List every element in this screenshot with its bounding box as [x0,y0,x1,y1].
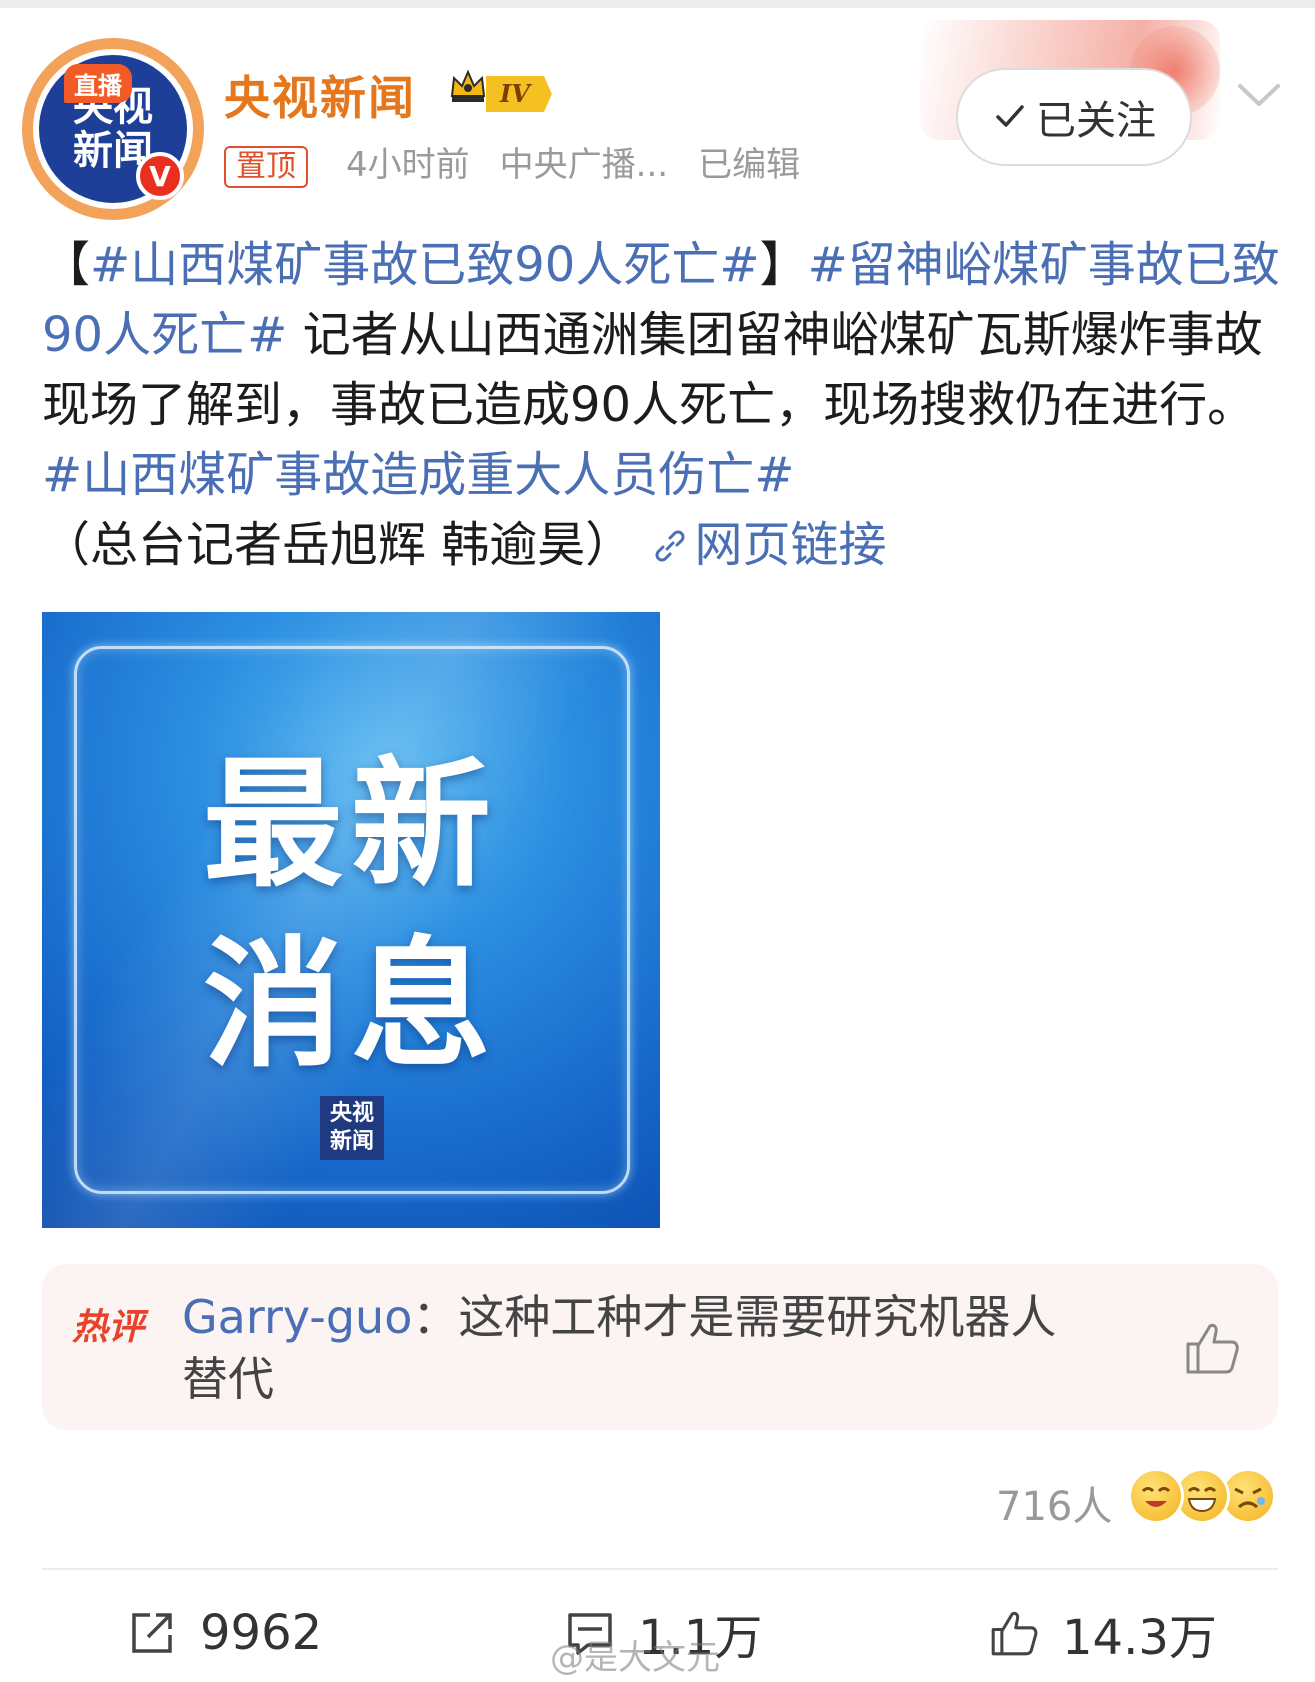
share-icon [132,1613,172,1653]
hot-comment-user[interactable]: Garry-guo [182,1290,412,1344]
reaction-emojis[interactable] [1128,1468,1278,1528]
image-headline-line1: 最新 [202,744,499,907]
share-button[interactable]: 9962 [126,1598,322,1668]
post-image[interactable]: 最新 消息 央视 新闻 [42,612,660,1228]
account-name[interactable]: 央视新闻 [224,62,416,128]
hot-comment-separator: ： [412,1290,459,1344]
logo-line2: 新闻 [329,1129,374,1154]
laugh-cry-emoji-icon [1128,1468,1184,1524]
post-time: 4小时前 [346,145,470,185]
post-source[interactable]: 中央广播... [500,144,668,186]
logo-line1: 央视 [329,1101,374,1126]
watermark: @是大文元 [550,1638,720,1678]
pinned-tag: 置顶 [224,146,308,188]
cctv-news-logo: 央视 新闻 [320,1096,384,1160]
web-link[interactable]: 网页链接 [649,517,887,573]
like-button[interactable]: 14.3万 [988,1598,1217,1668]
post-text: 【#山西煤矿事故已致90人死亡#】#留神峪煤矿事故已致90人死亡# 记者从山西通… [42,230,1282,580]
like-icon [991,1611,1038,1656]
chevron-down-icon[interactable] [1234,76,1284,116]
live-badge: 直播 [64,64,132,103]
follow-button[interactable]: 已关注 [956,68,1192,166]
thumbs-up-icon[interactable] [1182,1318,1242,1378]
hashtag-1[interactable]: #山西煤矿事故已致90人死亡# [90,237,760,293]
post-credit: （总台记者岳旭辉 韩逾昊） [42,517,634,573]
check-icon [996,105,1024,127]
level-badge: IV [486,76,552,112]
crown-icon [450,69,486,102]
hashtag-3[interactable]: #山西煤矿事故造成重大人员伤亡# [42,447,794,503]
follow-button-label: 已关注 [1036,98,1156,144]
verified-badge: V [136,152,184,200]
share-count: 9962 [200,1605,323,1661]
web-link-label: 网页链接 [694,517,887,573]
edited-label[interactable]: 已编辑 [698,144,800,186]
image-headline-line2: 消息 [202,924,499,1087]
hot-comment-card[interactable]: 热评 Garry-guo：这种工种才是需要研究机器人替代 [42,1264,1278,1430]
link-icon [655,530,685,562]
bracket-open: 【 [42,237,91,293]
post-meta: 4小时前 中央广播... 已编辑 [346,144,800,186]
like-count: 14.3万 [1062,1610,1217,1666]
action-divider [42,1568,1278,1570]
hot-comment-text: Garry-guo：这种工种才是需要研究机器人替代 [182,1286,1062,1410]
hot-comment-label: 热评 [72,1307,145,1348]
top-divider [0,0,1315,8]
bracket-close: 】 [759,237,808,293]
reaction-count[interactable]: 716人 [996,1474,1112,1532]
